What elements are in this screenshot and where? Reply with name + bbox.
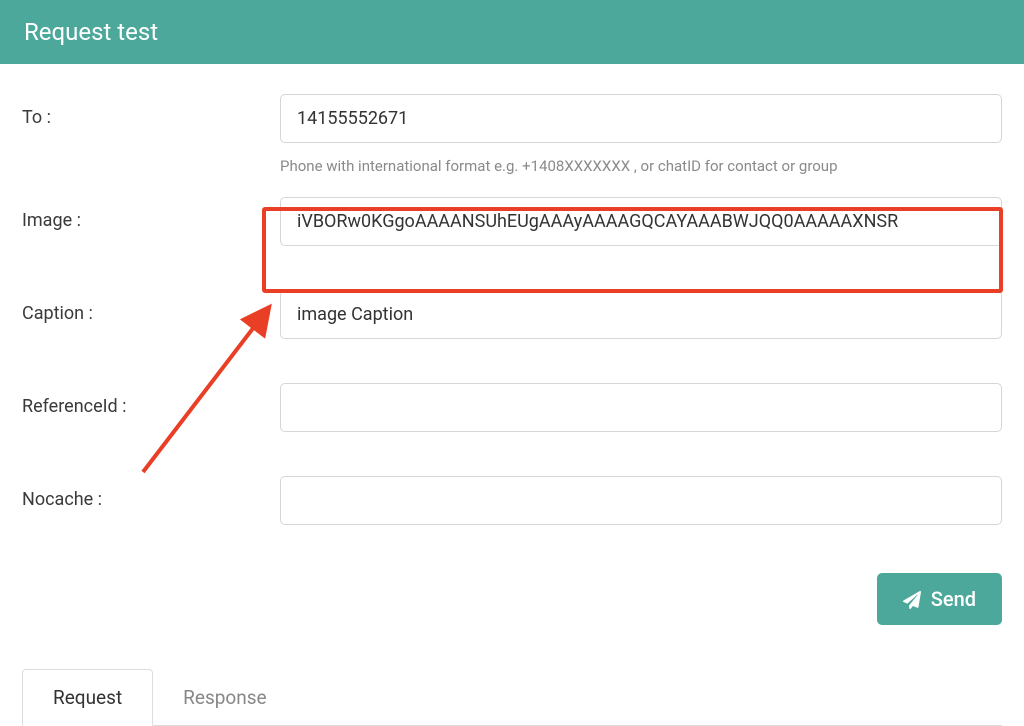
- image-input[interactable]: [280, 197, 1002, 246]
- image-label: Image :: [22, 197, 280, 231]
- to-input[interactable]: [280, 94, 1002, 143]
- nocache-input[interactable]: [280, 476, 1002, 525]
- form-row-caption: Caption :: [22, 290, 1002, 339]
- referenceid-input[interactable]: [280, 383, 1002, 432]
- referenceid-label: ReferenceId :: [22, 383, 280, 417]
- to-hint: Phone with international format e.g. +14…: [280, 157, 1002, 175]
- paper-plane-icon: [903, 590, 921, 608]
- send-button[interactable]: Send: [877, 573, 1002, 625]
- form-row-to: To :: [22, 94, 1002, 143]
- request-form: To : Phone with international format e.g…: [0, 64, 1024, 543]
- form-row-referenceid: ReferenceId :: [22, 383, 1002, 432]
- caption-label: Caption :: [22, 290, 280, 324]
- page-header: Request test: [0, 0, 1024, 64]
- tab-response[interactable]: Response: [153, 670, 296, 725]
- tab-request[interactable]: Request: [22, 669, 153, 726]
- form-row-nocache: Nocache :: [22, 476, 1002, 525]
- to-label: To :: [22, 94, 280, 128]
- tabs: Request Response: [22, 669, 1002, 726]
- button-row: Send: [0, 543, 1024, 625]
- nocache-label: Nocache :: [22, 476, 280, 510]
- caption-input[interactable]: [280, 290, 1002, 339]
- page-title: Request test: [24, 18, 158, 46]
- send-button-label: Send: [931, 587, 976, 611]
- form-row-image: Image :: [22, 197, 1002, 246]
